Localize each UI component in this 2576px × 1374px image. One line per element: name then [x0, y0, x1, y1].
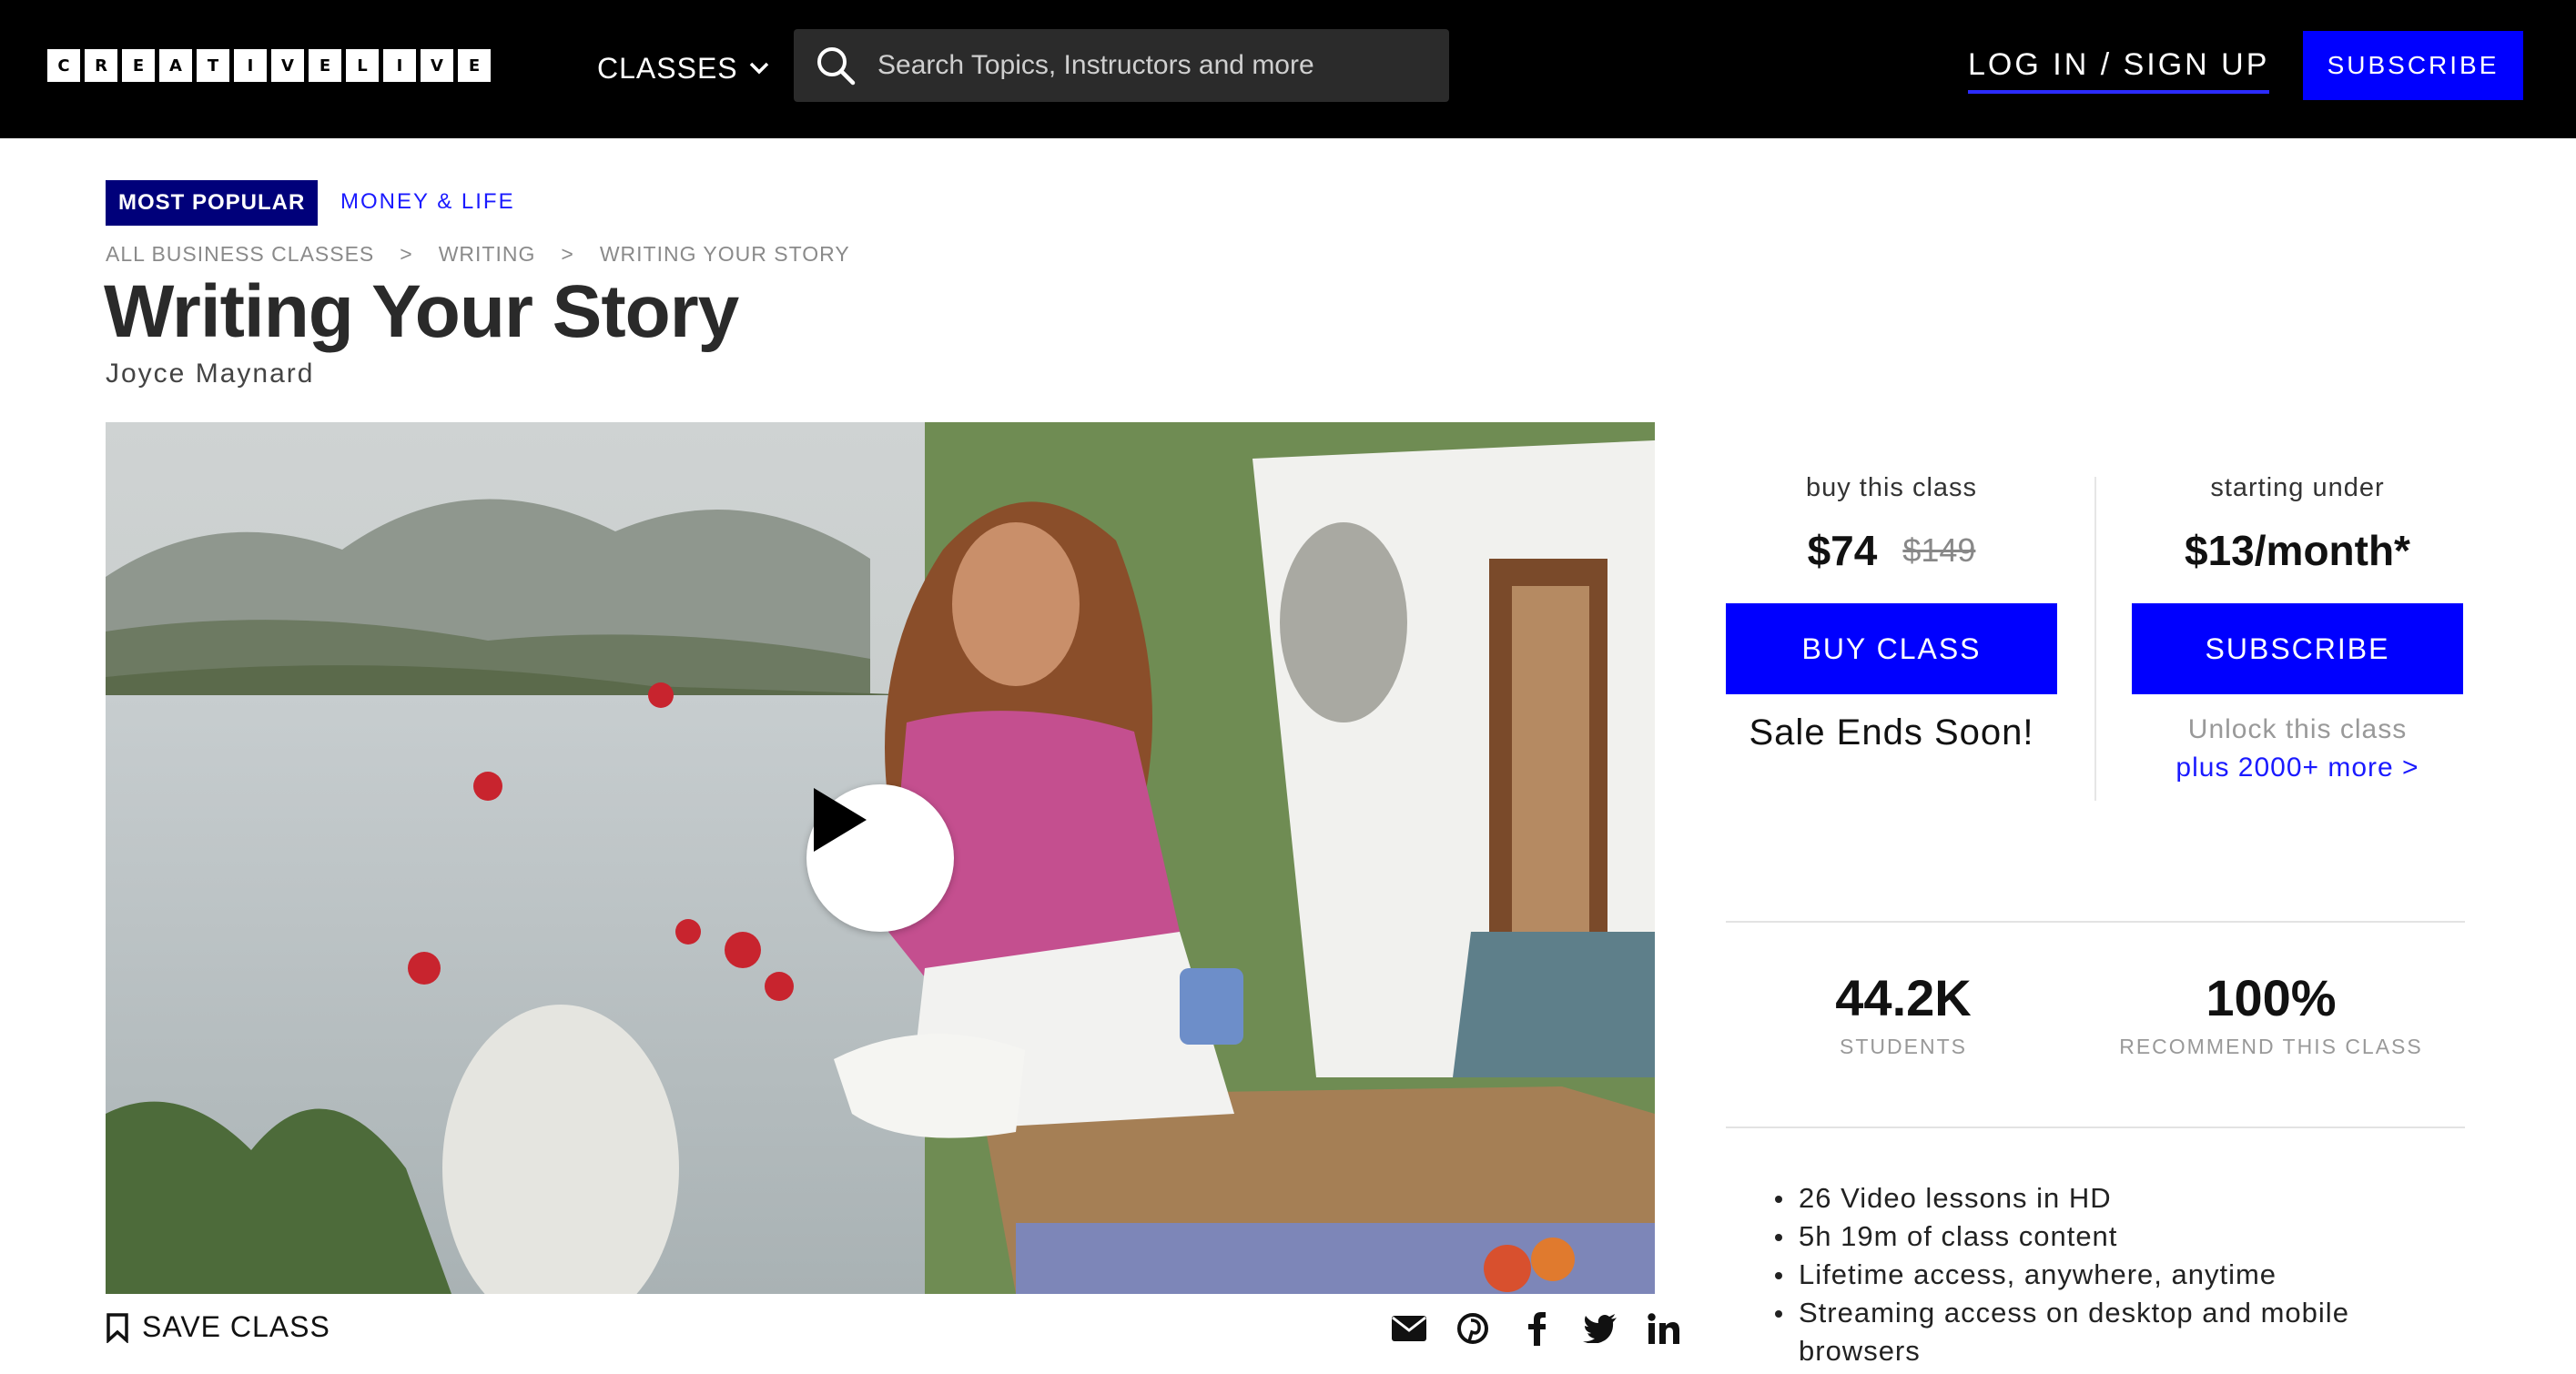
panel-divider [2094, 477, 2096, 801]
breadcrumb-item[interactable]: WRITING YOUR STORY [600, 242, 850, 267]
buy-price: $74 $149 [1726, 523, 2057, 578]
pinterest-icon[interactable] [1455, 1310, 1491, 1347]
subscribe-panel: starting under $13/month* SUBSCRIBE Unlo… [2132, 473, 2463, 783]
class-features-list: 26 Video lessons in HD 5h 19m of class c… [1771, 1179, 2409, 1370]
subscribe-button[interactable]: SUBSCRIBE [2132, 603, 2463, 694]
bookmark-icon [106, 1312, 128, 1343]
logo-letter: C [47, 49, 80, 82]
logo-letter: E [458, 49, 491, 82]
list-item: 5h 19m of class content [1771, 1217, 2409, 1256]
creativelive-logo[interactable]: C R E A T I V E L I V E [47, 49, 491, 82]
sale-ends-note: Sale Ends Soon! [1749, 712, 2034, 753]
video-player[interactable] [106, 422, 1655, 1294]
students-stat: 44.2K STUDENTS [1753, 968, 2054, 1059]
logo-letter: V [271, 49, 304, 82]
list-item: Lifetime access, anywhere, anytime [1771, 1256, 2409, 1294]
most-popular-badge: MOST POPULAR [106, 180, 319, 226]
logo-letter: I [234, 49, 267, 82]
breadcrumb-item[interactable]: WRITING [439, 242, 536, 267]
list-item: 26 Video lessons in HD [1771, 1179, 2409, 1217]
category-link[interactable]: MONEY & LIFE [340, 189, 515, 215]
unlock-note: Unlock this class [2187, 714, 2408, 744]
students-caption: STUDENTS [1840, 1035, 1967, 1058]
divider [1726, 1126, 2465, 1128]
search-icon[interactable] [814, 44, 857, 87]
twitter-icon[interactable] [1582, 1310, 1618, 1347]
site-header: C R E A T I V E L I V E CLASSES LOG IN /… [0, 0, 2576, 138]
recommend-value: 100% [2206, 969, 2337, 1026]
logo-letter: V [421, 49, 453, 82]
email-icon[interactable] [1391, 1310, 1427, 1347]
chevron-down-icon [749, 62, 768, 75]
classes-menu[interactable]: CLASSES [597, 45, 769, 91]
share-icons [1391, 1310, 1682, 1347]
search-bar[interactable] [794, 29, 1449, 102]
logo-letter: E [309, 49, 341, 82]
buy-class-label: buy this class [1805, 473, 1978, 502]
recommend-stat: 100% RECOMMEND THIS CLASS [2084, 968, 2458, 1059]
search-input[interactable] [877, 50, 1424, 81]
subscribe-price: $13/month* [2185, 527, 2410, 574]
play-button[interactable] [806, 784, 954, 932]
original-price: $149 [1902, 531, 1976, 569]
header-subscribe-button[interactable]: SUBSCRIBE [2303, 31, 2523, 100]
logo-letter: E [122, 49, 155, 82]
save-class-button[interactable]: SAVE CLASS [106, 1310, 330, 1344]
subscribe-label: starting under [2210, 473, 2385, 502]
breadcrumb: ALL BUSINESS CLASSES > WRITING > WRITING… [106, 242, 850, 267]
facebook-icon[interactable] [1518, 1310, 1555, 1347]
recommend-caption: RECOMMEND THIS CLASS [2119, 1035, 2423, 1058]
buy-class-panel: buy this class $74 $149 BUY CLASS Sale E… [1726, 473, 2057, 753]
logo-letter: A [159, 49, 192, 82]
breadcrumb-item[interactable]: ALL BUSINESS CLASSES [106, 242, 374, 267]
save-class-label: SAVE CLASS [142, 1310, 330, 1343]
students-count: 44.2K [1835, 969, 1972, 1026]
logo-letter: R [85, 49, 117, 82]
classes-menu-label: CLASSES [597, 51, 738, 85]
logo-letter: L [346, 49, 379, 82]
instructor-name[interactable]: Joyce Maynard [106, 359, 314, 389]
buy-class-button[interactable]: BUY CLASS [1726, 603, 2057, 694]
login-signup-link[interactable]: LOG IN / SIGN UP [1968, 47, 2270, 94]
breadcrumb-separator: > [400, 242, 413, 266]
list-item: Streaming access on desktop and mobile b… [1771, 1294, 2409, 1370]
more-classes-link[interactable]: plus 2000+ more > [2132, 753, 2463, 783]
page-title: Writing Your Story [104, 270, 739, 353]
breadcrumb-separator: > [561, 242, 574, 266]
logo-letter: T [197, 49, 229, 82]
logo-letter: I [383, 49, 416, 82]
play-icon [814, 788, 867, 852]
linkedin-icon[interactable] [1646, 1310, 1682, 1347]
sale-price: $74 [1807, 527, 1878, 574]
divider [1726, 921, 2465, 923]
